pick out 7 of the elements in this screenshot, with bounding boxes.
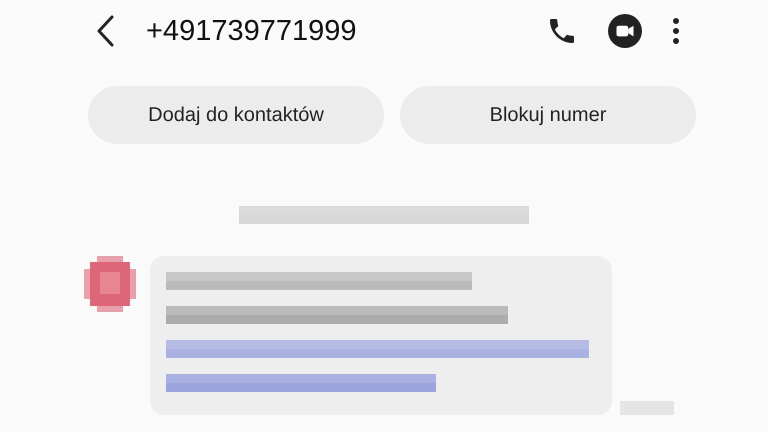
phone-number-title: +491739771999: [146, 14, 358, 48]
action-button[interactable]: Dodaj do kontaktów: [88, 86, 384, 144]
back-icon[interactable]: [96, 15, 116, 47]
video-call-icon[interactable]: [608, 14, 642, 48]
pixelated-avatar-drawing: [84, 256, 136, 312]
action-button[interactable]: Blokuj numer: [400, 86, 696, 144]
more-options-icon[interactable]: [672, 17, 680, 45]
